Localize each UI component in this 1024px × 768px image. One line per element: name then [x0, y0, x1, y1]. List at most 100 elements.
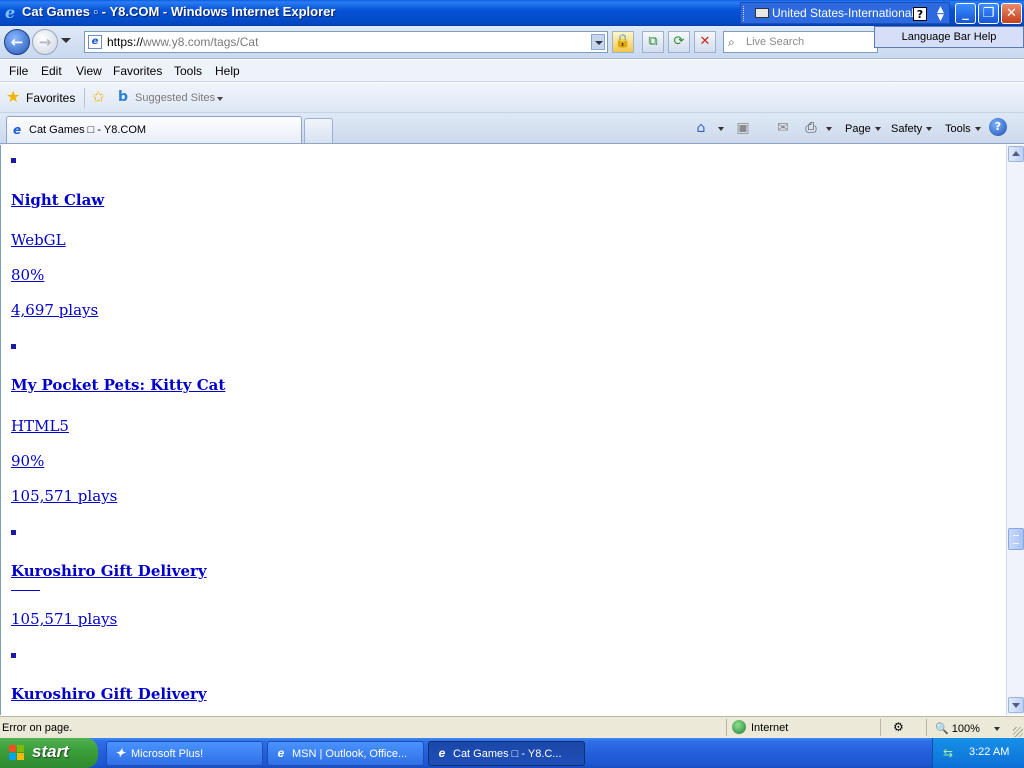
- tab-cat-games[interactable]: e Cat Games □ - Y8.COM: [6, 116, 302, 143]
- print-dropdown[interactable]: [822, 119, 832, 139]
- svg-text:e: e: [5, 4, 15, 20]
- menu-help[interactable]: Help: [215, 64, 240, 78]
- close-button[interactable]: ✕: [1001, 3, 1022, 24]
- search-box[interactable]: ⌕ Live Search: [723, 31, 878, 53]
- minimize-button[interactable]: _: [955, 3, 976, 24]
- language-bar[interactable]: United States-International ? ▲ ▼: [740, 2, 950, 24]
- language-options-icon[interactable]: ▲ ▼: [937, 6, 944, 23]
- recent-pages-dropdown[interactable]: [61, 38, 71, 43]
- new-tab-button[interactable]: [304, 118, 333, 143]
- scroll-down-arrow-icon: [1012, 703, 1020, 708]
- resize-grip[interactable]: [1013, 727, 1023, 737]
- live-search-icon: ⌕: [728, 35, 735, 49]
- close-icon: ✕: [1006, 6, 1017, 21]
- language-label[interactable]: United States-International: [772, 6, 914, 20]
- page-content: Night Claw WebGL 80% 4,697 plays My Pock…: [0, 145, 1006, 715]
- game-title-link[interactable]: My Pocket Pets: Kitty Cat: [11, 376, 225, 394]
- scroll-up-button[interactable]: [1008, 146, 1024, 162]
- game-rating-link[interactable]: 80%: [11, 266, 44, 284]
- stop-icon[interactable]: ✕: [694, 31, 716, 53]
- add-to-favorites-bar-icon[interactable]: ✩: [92, 89, 105, 105]
- taskbar-item-msn[interactable]: e MSN | Outlook, Office...: [267, 741, 424, 766]
- menu-file[interactable]: File: [9, 64, 28, 78]
- zoom-dropdown-icon[interactable]: [994, 727, 1000, 731]
- status-divider: [726, 719, 727, 736]
- tools-menu[interactable]: Tools: [945, 119, 981, 139]
- favorites-button[interactable]: Favorites: [26, 91, 75, 105]
- address-dropdown-button[interactable]: [591, 34, 605, 50]
- scroll-thumb[interactable]: [1008, 528, 1024, 550]
- suggested-sites-link[interactable]: Suggested Sites: [135, 92, 215, 104]
- tab-row: e Cat Games □ - Y8.COM ⌂ ▣ ✉ ⎙ Page Safe…: [0, 113, 1024, 144]
- forward-button[interactable]: →: [32, 29, 58, 55]
- protected-mode-icon[interactable]: ⚙: [893, 720, 904, 734]
- minimize-icon: _: [962, 6, 969, 21]
- address-url[interactable]: https://www.y8.com/tags/Cat: [107, 35, 258, 49]
- menu-tools[interactable]: Tools: [174, 64, 202, 78]
- safety-menu[interactable]: Safety: [891, 119, 933, 139]
- menu-view[interactable]: View: [76, 64, 102, 78]
- system-tray: ⇆ 3:22 AM: [932, 738, 1024, 768]
- refresh-icon[interactable]: ⟳: [668, 31, 690, 53]
- page-menu[interactable]: Page: [845, 119, 881, 139]
- feeds-icon[interactable]: ▣: [734, 119, 752, 137]
- game-plays-link[interactable]: 4,697 plays: [11, 301, 98, 319]
- game-plays-link[interactable]: 105,571 plays: [11, 487, 117, 505]
- game-title-link[interactable]: Night Claw: [11, 191, 104, 209]
- windows-flag-icon: [9, 745, 26, 761]
- status-text[interactable]: Error on page.: [2, 722, 72, 734]
- home-dropdown[interactable]: [714, 119, 724, 139]
- tab-label: Cat Games □ - Y8.COM: [29, 124, 147, 136]
- favorites-bar: ★ Favorites ✩ b Suggested Sites: [0, 83, 1024, 113]
- home-icon[interactable]: ⌂: [692, 119, 710, 137]
- language-bar-grip[interactable]: [743, 6, 746, 21]
- restore-button[interactable]: ❐: [978, 3, 999, 24]
- language-help-icon[interactable]: ?: [913, 7, 927, 21]
- game-title-link[interactable]: Kuroshiro Gift Delivery: [11, 685, 207, 703]
- tray-clock[interactable]: 3:22 AM: [969, 746, 1009, 758]
- start-label: start: [32, 742, 69, 761]
- compatibility-view-icon[interactable]: ⧉: [642, 31, 664, 53]
- taskbar-item-label: MSN | Outlook, Office...: [292, 748, 408, 760]
- list-bullet: [11, 158, 16, 163]
- security-zone-label[interactable]: Internet: [751, 722, 788, 734]
- back-button[interactable]: ←: [4, 29, 30, 55]
- start-button[interactable]: start: [0, 738, 98, 768]
- scroll-up-arrow-icon: [1012, 151, 1020, 156]
- suggested-sites-dropdown-icon[interactable]: [217, 97, 223, 101]
- game-rating-link[interactable]: 90%: [11, 452, 44, 470]
- status-divider: [880, 719, 881, 736]
- empty-link-underline[interactable]: [11, 590, 40, 591]
- ie-logo-icon: e: [4, 3, 20, 22]
- zoom-level[interactable]: 🔍 100%: [935, 722, 980, 735]
- game-title-link[interactable]: Kuroshiro Gift Delivery: [11, 562, 207, 580]
- title-bar: e Cat Games ▫ - Y8.COM - Windows Interne…: [0, 0, 1024, 26]
- tools-menu-label: Tools: [945, 123, 971, 135]
- menu-edit[interactable]: Edit: [41, 64, 62, 78]
- page-icon: e: [88, 35, 102, 49]
- favorites-star-icon[interactable]: ★: [6, 89, 20, 105]
- ie-icon: e: [277, 746, 285, 760]
- security-lock-icon[interactable]: 🔒: [612, 31, 634, 53]
- read-mail-icon[interactable]: ✉: [774, 119, 792, 137]
- taskbar-item-cat-games[interactable]: e Cat Games □ - Y8.C...: [428, 741, 585, 766]
- help-icon[interactable]: ?: [989, 118, 1007, 136]
- keyboard-icon: [755, 8, 769, 18]
- game-tech-link[interactable]: HTML5: [11, 417, 69, 435]
- taskbar-item-label: Microsoft Plus!: [131, 748, 204, 760]
- tab-page-icon: e: [13, 123, 22, 137]
- game-plays-link[interactable]: 105,571 plays: [11, 610, 117, 628]
- menu-favorites[interactable]: Favorites: [113, 64, 162, 78]
- search-placeholder: Live Search: [746, 36, 805, 48]
- game-tech-link[interactable]: WebGL: [11, 231, 66, 249]
- print-icon[interactable]: ⎙: [802, 119, 820, 137]
- vertical-scrollbar[interactable]: [1006, 145, 1024, 715]
- suggested-sites-icon: b: [118, 89, 129, 105]
- window-title: Cat Games ▫ - Y8.COM - Windows Internet …: [22, 4, 336, 19]
- network-tray-icon[interactable]: ⇆: [943, 746, 957, 760]
- status-bar: Error on page. Internet ⚙ 🔍 100%: [0, 716, 1024, 738]
- scroll-down-button[interactable]: [1008, 697, 1024, 713]
- taskbar-item-label: Cat Games □ - Y8.C...: [453, 748, 562, 760]
- taskbar-item-microsoft-plus[interactable]: ✦ Microsoft Plus!: [106, 741, 263, 766]
- address-bar[interactable]: e https://www.y8.com/tags/Cat: [84, 31, 608, 53]
